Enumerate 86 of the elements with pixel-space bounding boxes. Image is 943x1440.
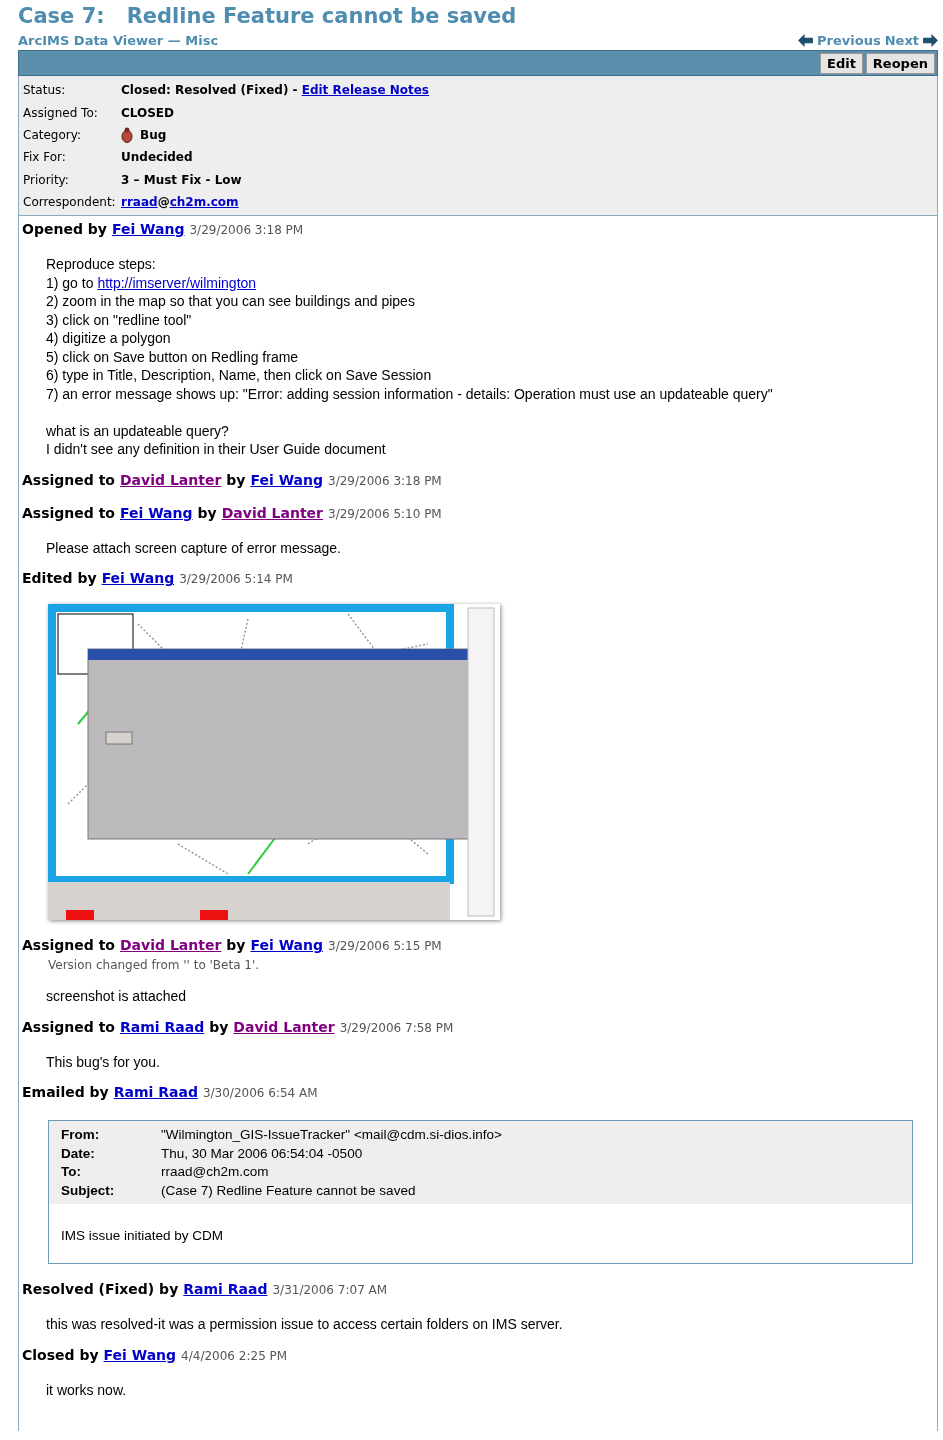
event-time: 4/4/2006 2:25 PM bbox=[181, 1347, 288, 1365]
event-time: 3/29/2006 5:14 PM bbox=[179, 571, 293, 589]
event-time: 3/29/2006 3:18 PM bbox=[328, 472, 442, 490]
event-action: Edited by bbox=[22, 569, 97, 589]
email-field-label: To: bbox=[61, 1163, 82, 1182]
user-link[interactable]: David Lanter bbox=[221, 501, 324, 524]
user-link[interactable]: Fei Wang bbox=[101, 567, 175, 590]
event-action: by bbox=[226, 470, 246, 490]
event-time: 3/29/2006 7:58 PM bbox=[339, 1019, 454, 1037]
event-action: Assigned to bbox=[22, 470, 115, 490]
user-link[interactable]: Fei Wang bbox=[250, 934, 324, 957]
user-link[interactable]: Rami Raad bbox=[183, 1278, 268, 1301]
user-link[interactable]: David Lanter bbox=[120, 934, 222, 957]
user-link[interactable]: Rami Raad bbox=[120, 1015, 205, 1038]
comment-line: Reproduce steps: bbox=[46, 255, 157, 274]
event-action: Assigned to bbox=[22, 936, 115, 956]
property-link[interactable]: Edit Release Notes bbox=[301, 83, 429, 98]
property-label: Assigned To: bbox=[23, 105, 99, 120]
comment-line: 6) type in Title, Description, Name, then click on Save Session bbox=[46, 366, 433, 385]
property-value: CLOSED bbox=[121, 105, 175, 120]
event-time: 3/29/2006 5:15 PM bbox=[328, 938, 442, 956]
property-value: 3 – Must Fix - Low bbox=[121, 172, 242, 187]
toolbar-button[interactable]: Edit bbox=[820, 52, 863, 74]
comment-line: screenshot is attached bbox=[46, 987, 188, 1006]
comment-line: 4) digitize a polygon bbox=[46, 329, 172, 348]
case-title: Redline Feature cannot be saved bbox=[126, 3, 517, 30]
comment-line: Please attach screen capture of error message. bbox=[46, 538, 342, 558]
user-link[interactable]: David Lanter bbox=[120, 468, 222, 491]
comment-line: 7) an error message shows up: "Error: adding session information - details: Operation must use an updateable query" bbox=[46, 384, 774, 404]
event-time: 3/30/2006 6:54 AM bbox=[202, 1085, 318, 1103]
toolbar-button[interactable]: Reopen bbox=[865, 52, 935, 74]
user-link[interactable]: Rami Raad bbox=[113, 1081, 198, 1104]
property-value: @ bbox=[157, 195, 170, 210]
comment-line: 3) click on "redline tool" bbox=[46, 310, 193, 330]
event-action: Assigned to bbox=[22, 503, 115, 523]
email-field-label: From: bbox=[61, 1126, 101, 1145]
event-time: 3/29/2006 5:10 PM bbox=[328, 505, 442, 523]
event-action: by bbox=[226, 936, 246, 956]
event-action: Emailed by bbox=[22, 1083, 109, 1103]
change-note: Version changed from '' to 'Beta 1'. bbox=[48, 957, 261, 974]
email-field-value: "Wilmington_GIS-IssueTracker" <mail@cdm.si-dios.info> bbox=[161, 1126, 502, 1145]
right-arrow-icon[interactable] bbox=[923, 33, 938, 47]
property-link[interactable]: ch2m.com bbox=[169, 195, 239, 210]
event-action: Closed by bbox=[22, 1345, 99, 1365]
property-label: Fix For: bbox=[23, 150, 67, 165]
property-label: Priority: bbox=[23, 172, 70, 187]
property-value: Closed: Resolved (Fixed) - bbox=[121, 83, 299, 98]
next-link[interactable]: Next bbox=[884, 32, 919, 48]
event-action: Resolved (Fixed) by bbox=[22, 1280, 179, 1300]
project-area: ArcIMS Data Viewer — Misc bbox=[18, 32, 219, 48]
event-action: by bbox=[197, 503, 217, 523]
comment-line: I didn't see any definition in their User Guide document bbox=[46, 440, 387, 459]
comment-line: 5) click on Save button on Redling frame bbox=[46, 347, 300, 367]
comment-line: 2) zoom in the map so that you can see buildings and pipes bbox=[46, 292, 416, 311]
comment-line: This bug's for you. bbox=[46, 1052, 161, 1072]
user-link[interactable]: Fei Wang bbox=[120, 501, 193, 524]
comment-line: what is an updateable query? bbox=[46, 421, 230, 441]
email-field-label: Subject: bbox=[61, 1181, 116, 1200]
event-action: by bbox=[209, 1017, 229, 1037]
user-link[interactable]: Fei Wang bbox=[250, 468, 324, 491]
event-time: 3/31/2006 7:07 AM bbox=[272, 1282, 388, 1300]
case-number: Case 7: bbox=[18, 3, 105, 30]
comment-line: it works now. bbox=[46, 1380, 128, 1400]
property-label: Category: bbox=[23, 127, 82, 142]
email-body: IMS issue initiated by CDM bbox=[60, 1227, 225, 1246]
comment-line: 1) go to http://imserver/wilmington bbox=[46, 273, 258, 293]
user-link[interactable]: David Lanter bbox=[233, 1015, 335, 1038]
email-field-label: Date: bbox=[61, 1144, 96, 1163]
property-label: Status: bbox=[23, 83, 67, 98]
email-field-value: Thu, 30 Mar 2006 06:54:04 -0500 bbox=[161, 1144, 363, 1163]
email-field-value: (Case 7) Redline Feature cannot be saved bbox=[161, 1181, 416, 1200]
property-value: Bug bbox=[140, 127, 167, 142]
property-link[interactable]: rraad bbox=[121, 195, 158, 210]
url-link[interactable]: http://imserver/wilmington bbox=[97, 274, 257, 291]
bug-icon bbox=[121, 126, 133, 143]
user-link[interactable]: Fei Wang bbox=[111, 218, 185, 241]
event-time: 3/29/2006 3:18 PM bbox=[189, 222, 304, 240]
user-link[interactable]: Fei Wang bbox=[103, 1343, 177, 1366]
property-value: Undecided bbox=[121, 150, 193, 165]
event-action: Assigned to bbox=[22, 1017, 115, 1037]
left-arrow-icon[interactable] bbox=[798, 33, 814, 47]
event-action: Opened by bbox=[22, 220, 107, 240]
comment-line: this was resolved-it was a permission issue to access certain folders on IMS server. bbox=[46, 1315, 564, 1334]
property-label: Correspondent: bbox=[23, 195, 117, 210]
email-field-value: rraad@ch2m.com bbox=[161, 1163, 269, 1182]
previous-link[interactable]: Previous bbox=[817, 32, 881, 48]
